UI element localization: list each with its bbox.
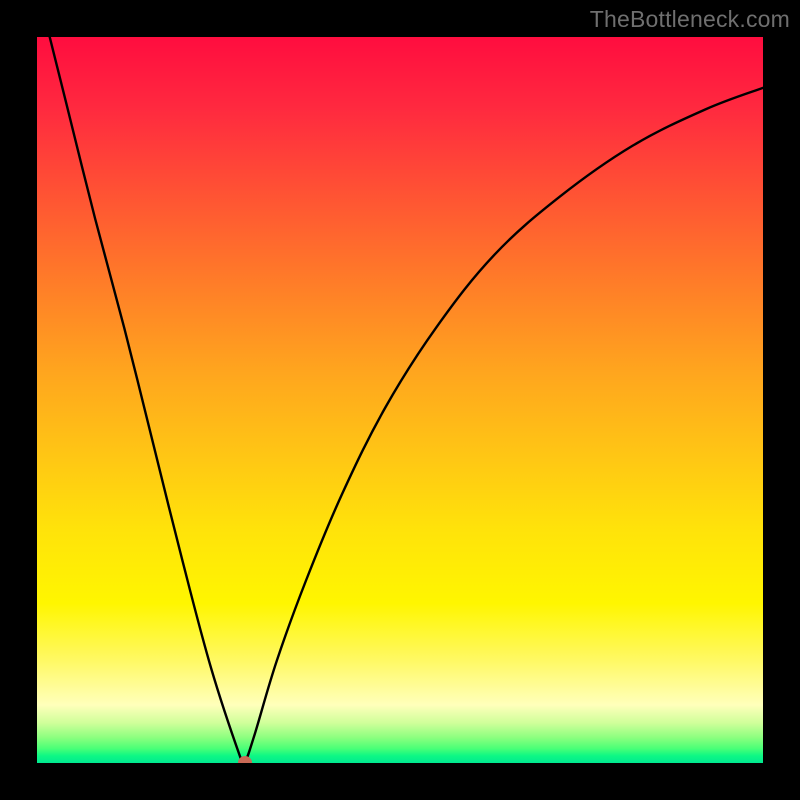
watermark-text: TheBottleneck.com — [590, 6, 790, 33]
optimal-point-marker — [238, 756, 252, 763]
chart-frame: TheBottleneck.com — [0, 0, 800, 800]
bottleneck-curve — [37, 37, 763, 763]
plot-area — [37, 37, 763, 763]
